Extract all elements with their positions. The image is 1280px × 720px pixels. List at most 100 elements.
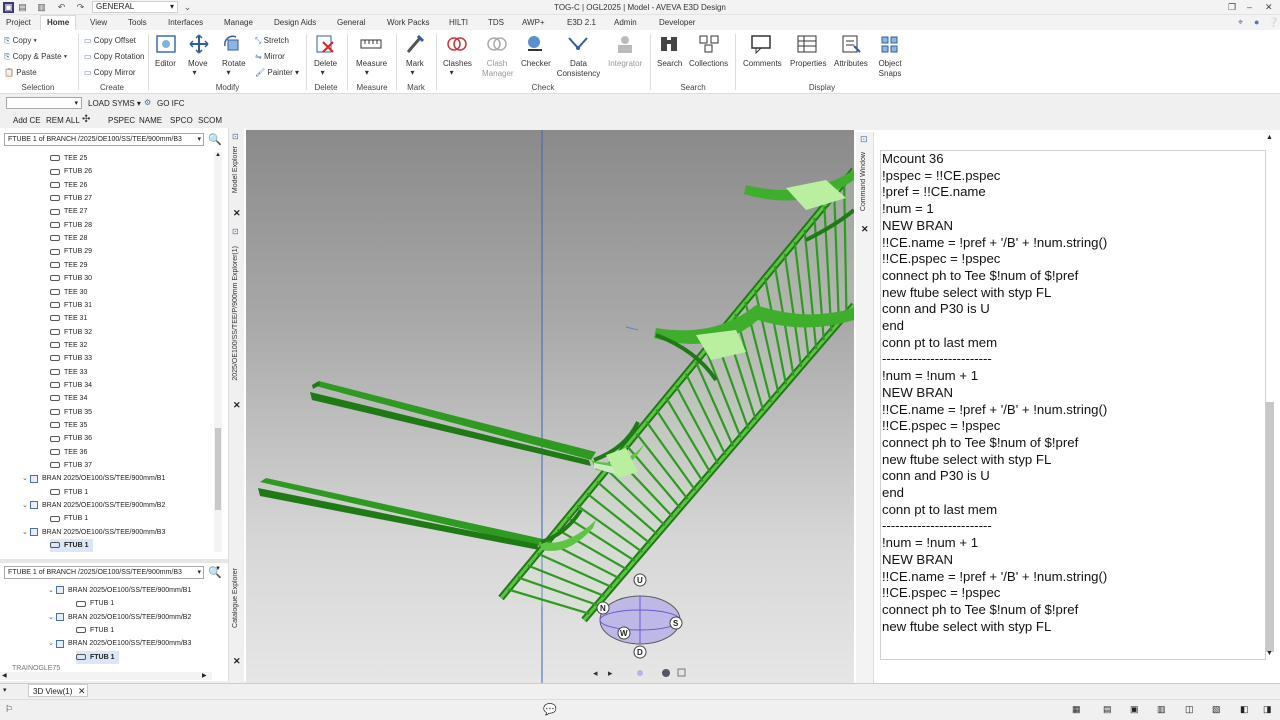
- nav-forward-icon[interactable]: ▸: [608, 669, 613, 679]
- settings-icon[interactable]: ⌖: [1238, 17, 1243, 28]
- attributes-button[interactable]: Attributes: [834, 59, 868, 68]
- copy-button[interactable]: ⎘ Copy ▾: [4, 36, 37, 46]
- catalogue-branch[interactable]: ⌄ BRAN 2025/OE100/SS/TEE/900mm/B1: [48, 584, 191, 597]
- scroll-thumb[interactable]: [215, 428, 221, 510]
- tree-item[interactable]: TEE 32: [50, 339, 87, 352]
- redo-icon[interactable]: ↷: [75, 2, 86, 13]
- clash-manager-button[interactable]: Clash Manager: [482, 59, 514, 79]
- menu-tools[interactable]: Tools: [128, 18, 147, 27]
- undo-icon[interactable]: ↶: [56, 2, 67, 13]
- tab-list-icon[interactable]: ▾: [3, 686, 7, 694]
- tree-item[interactable]: FTUB 1: [50, 539, 93, 553]
- data-consistency-button[interactable]: Data Consistency: [556, 59, 601, 79]
- minimize-icon[interactable]: –: [1247, 2, 1252, 12]
- open-icon[interactable]: ▤: [17, 2, 28, 13]
- status-tool-icon[interactable]: ▧: [1212, 704, 1221, 715]
- info-icon[interactable]: ❔: [1268, 17, 1279, 28]
- paste-button[interactable]: 📋 Paste: [4, 68, 37, 77]
- horizontal-scrollbar[interactable]: ◀ ▶: [0, 672, 212, 680]
- pane-splitter[interactable]: [0, 559, 228, 563]
- menu-awp[interactable]: AWP+: [522, 18, 545, 27]
- catalogue-explorer-filter[interactable]: FTUBE 1 of BRANCH /2025/OE100/SS/TEE/900…: [4, 566, 204, 579]
- status-tool-icon[interactable]: ▦: [1072, 704, 1081, 715]
- go-ifc-button[interactable]: GO IFC: [157, 99, 185, 108]
- 3d-viewport[interactable]: U N S W D ◂ ▸: [246, 130, 857, 683]
- tree-item[interactable]: FTUB 29: [50, 245, 92, 258]
- pspec-button[interactable]: PSPEC: [108, 116, 135, 125]
- status-tool-icon[interactable]: ▥: [1157, 704, 1166, 715]
- tree-item[interactable]: FTUB 1: [50, 512, 88, 525]
- nav-globe-icon[interactable]: [662, 669, 670, 677]
- integrator-button[interactable]: Integrator: [608, 59, 642, 68]
- element-select[interactable]: ▾: [6, 97, 82, 109]
- mirror-button[interactable]: ⇋ Mirror: [255, 52, 285, 61]
- catalogue-branch[interactable]: ⌄ BRAN 2025/OE100/SS/TEE/900mm/B2: [48, 611, 191, 624]
- scroll-thumb[interactable]: [1266, 402, 1274, 652]
- load-syms-button[interactable]: LOAD SYMS ▾: [88, 99, 141, 108]
- help-icon[interactable]: ●: [1254, 17, 1259, 27]
- menu-hilti[interactable]: HILTI: [449, 18, 468, 27]
- object-snaps-button[interactable]: Object Snaps: [877, 59, 903, 79]
- command-output[interactable]: Mcount 36 !pspec = !!CE.pspec !pref = !!CE…: [880, 150, 1266, 660]
- tree-item[interactable]: FTUB 30: [50, 272, 92, 285]
- tree-item[interactable]: TEE 31: [50, 312, 87, 325]
- delete-button[interactable]: Delete ▾: [314, 59, 337, 77]
- tree-branch[interactable]: ⌄ BRAN 2025/OE100/SS/TEE/900mm/B1: [22, 472, 165, 485]
- chat-icon[interactable]: 💬: [543, 703, 557, 716]
- path-explorer-tab[interactable]: 2025/OE100/SS/TEE/P/900mm Explorer(1): [232, 246, 239, 381]
- search-icon[interactable]: 🔍: [208, 133, 222, 146]
- tree-item[interactable]: FTUB 35: [50, 406, 92, 419]
- stretch-button[interactable]: ⤡ Stretch: [255, 36, 289, 46]
- nav-back-icon[interactable]: ◂: [593, 669, 598, 679]
- tree-item[interactable]: FTUB 37: [50, 459, 92, 472]
- tree-item[interactable]: TEE 25: [50, 152, 87, 165]
- catalogue-item[interactable]: FTUB 1: [76, 597, 114, 610]
- tree-item[interactable]: TEE 34: [50, 392, 87, 405]
- copy-paste-button[interactable]: ⎘ Copy & Paste ▾: [4, 52, 67, 62]
- close-icon[interactable]: ✕: [78, 686, 86, 697]
- checker-button[interactable]: Checker: [521, 59, 551, 68]
- tree-item[interactable]: FTUB 26: [50, 165, 92, 178]
- tab-3d-view[interactable]: 3D View(1) ✕: [28, 684, 88, 697]
- tree-item[interactable]: FTUB 34: [50, 379, 92, 392]
- menu-design-aids[interactable]: Design Aids: [274, 18, 316, 27]
- pin-icon[interactable]: ⊡: [232, 227, 239, 236]
- copy-mirror-button[interactable]: ▭ Copy Mirror: [84, 68, 136, 77]
- mark-button[interactable]: Mark ▾: [406, 59, 424, 77]
- spco-button[interactable]: SPCO: [170, 116, 193, 125]
- pin-icon[interactable]: ⊡: [860, 134, 868, 145]
- menu-developer[interactable]: Developer: [659, 18, 695, 27]
- menu-home[interactable]: Home: [40, 15, 77, 30]
- tree-branch[interactable]: ⌄ BRAN 2025/OE100/SS/TEE/900mm/B3: [22, 526, 165, 539]
- status-tool-icon[interactable]: ◨: [1263, 704, 1272, 715]
- tree-item[interactable]: TEE 35: [50, 419, 87, 432]
- crosshair-icon[interactable]: ✣: [82, 114, 90, 125]
- catalogue-branch[interactable]: ⌄ BRAN 2025/OE100/SS/TEE/900mm/B3: [48, 637, 191, 650]
- catalogue-item[interactable]: FTUB 1: [76, 624, 114, 637]
- tree-item[interactable]: FTUB 31: [50, 299, 92, 312]
- move-button[interactable]: Move ▾: [188, 59, 208, 77]
- catalogue-explorer-tab[interactable]: Catalogue Explorer: [232, 568, 239, 628]
- model-explorer-filter[interactable]: FTUBE 1 of BRANCH /2025/OE100/SS/TEE/900…: [4, 133, 204, 146]
- close-icon[interactable]: ✕: [233, 400, 241, 411]
- search-icon[interactable]: 🔍: [208, 566, 222, 579]
- command-window-tab[interactable]: Command Window: [860, 152, 867, 211]
- pin-icon[interactable]: ⊡: [232, 132, 239, 141]
- copy-offset-button[interactable]: ▭ Copy Offset: [84, 36, 136, 45]
- tree-item[interactable]: FTUB 27: [50, 192, 92, 205]
- close-icon[interactable]: ✕: [233, 208, 241, 219]
- scroll-right-icon[interactable]: ▶: [202, 672, 207, 679]
- tree-item[interactable]: FTUB 33: [50, 352, 92, 365]
- scroll-up-icon[interactable]: ▲: [1266, 134, 1273, 141]
- scrollbar[interactable]: ▲ ▼: [214, 152, 222, 572]
- menu-general[interactable]: General: [337, 18, 365, 27]
- properties-button[interactable]: Properties: [790, 59, 826, 68]
- scroll-left-icon[interactable]: ◀: [2, 672, 7, 679]
- rem-all-button[interactable]: REM ALL: [46, 116, 80, 125]
- nav-cube-icon[interactable]: [677, 668, 686, 677]
- comments-button[interactable]: Comments: [743, 59, 782, 68]
- status-tool-icon[interactable]: ▤: [1103, 704, 1112, 715]
- tree-item[interactable]: FTUB 1: [50, 486, 88, 499]
- nav-orbit-icon[interactable]: [637, 670, 643, 676]
- tree-item[interactable]: TEE 28: [50, 232, 87, 245]
